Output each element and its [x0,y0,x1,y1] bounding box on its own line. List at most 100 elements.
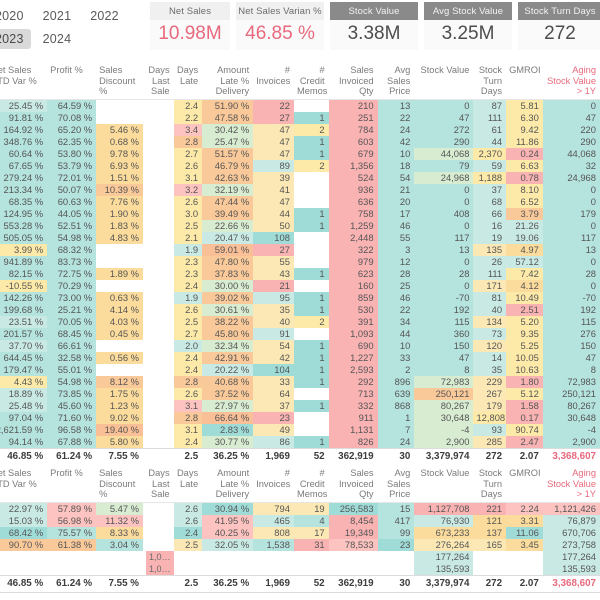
cell-amount_late[interactable]: 30.61 % [202,303,254,316]
cell-stock_value[interactable]: -70 [414,291,474,304]
cell-stock_value[interactable]: 1,127,708 [414,502,474,515]
cell-aging_stock[interactable]: 30,648 [542,411,600,424]
table-row[interactable]: 553.28 % 52.51 % 1.83 % 2.5 22.66 % 50 1 1,259 4… [0,219,600,232]
cell-amount_late[interactable]: 41.95 % [202,514,254,527]
cell-sales_qty[interactable]: 623 [328,267,378,280]
table-row[interactable]: 644.45 % 32.58 % 0.56 % 2.4 42.91 % 42 1 1,227 3… [0,351,600,364]
cell-days_late[interactable]: 2.5 [173,219,203,232]
cell-avg_price[interactable]: 34 [377,315,415,328]
cell-days_late[interactable]: 2.8 [173,411,203,424]
cell-credit_memos[interactable]: 1 [293,363,329,376]
cell-stock_turn_days[interactable]: 121 [473,514,507,527]
cell-invoices[interactable]: 95 [253,291,294,304]
cell-stock_turn_days[interactable] [473,562,507,575]
cell-sales_qty[interactable]: 292 [328,375,378,388]
cell-stock_value[interactable]: 0 [414,195,474,208]
cell-stock_turn_days[interactable] [473,550,507,563]
table-row[interactable]: 22.97 % 57.89 % 5.47 % 2.6 30.94 % 794 19 256,5… [0,502,600,515]
cell-stock_value[interactable]: 44,068 [414,147,474,160]
cell-stock_value[interactable]: 79 [414,159,474,172]
cell-days_late[interactable]: 2.4 [173,351,203,364]
cell-credit_memos[interactable]: 1 [293,207,329,220]
cell-stock_value[interactable]: 177,264 [414,550,474,563]
cell-credit_memos[interactable]: 1 [293,135,329,148]
cell-stock_value[interactable]: 0 [414,183,474,196]
cell-aging_stock[interactable]: 670,706 [542,526,600,539]
cell-days_last_sale[interactable] [143,327,174,340]
bottom-col-header-amount_late[interactable]: Amount Late % Delivery [202,465,254,503]
cell-avg_price[interactable]: 99 [377,526,415,539]
cell-net_sales_ytd_var[interactable]: 553.28 % [0,219,48,232]
bottom-col-header-sales_discount[interactable]: Sales Discount% [96,465,144,503]
cell-gmroi[interactable]: 0.17 [506,411,543,424]
cell-gmroi[interactable]: 0.78 [506,171,543,184]
cell-profit[interactable]: 53.79 % [47,159,97,172]
cell-credit_memos[interactable]: 4 [293,514,329,527]
main-col-header-days_last_sale[interactable]: Days Last Sale [143,62,174,100]
cell-credit_memos[interactable]: 1 [293,291,329,304]
cell-avg_price[interactable]: 54 [377,171,415,184]
cell-invoices[interactable]: 794 [253,502,294,515]
cell-amount_late[interactable]: 37.83 % [202,267,254,280]
cell-avg_price[interactable]: 3 [377,243,415,256]
bottom-col-header-profit[interactable]: Profit % [47,465,97,503]
cell-stock_turn_days[interactable]: 221 [473,502,507,515]
table-row[interactable]: 91.81 % 70.08 % 2.2 47.58 % 27 1 251 22 47 111 6.3… [0,111,600,124]
table-row[interactable]: 18.89 % 73.85 % 1.75 % 2.6 37.52 % 64 713 639 25… [0,387,600,400]
cell-days_last_sale[interactable] [143,423,174,436]
cell-sales_discount[interactable]: 1.83 % [96,219,144,232]
cell-days_last_sale[interactable] [143,387,174,400]
cell-avg_price[interactable]: 18 [377,159,415,172]
cell-days_late[interactable] [173,550,203,563]
cell-amount_late[interactable]: 47.58 % [202,111,254,124]
cell-sales_qty[interactable]: 251 [328,111,378,124]
cell-days_last_sale[interactable] [143,514,174,527]
table-row[interactable]: 67.65 % 53.79 % 6.93 % 2.6 46.79 % 89 2 1,356 18… [0,159,600,172]
cell-gmroi[interactable]: 4.97 [506,243,543,256]
cell-credit_memos[interactable]: 2 [293,315,329,328]
cell-stock_turn_days[interactable]: 40 [473,303,507,316]
cell-sales_discount[interactable]: 0.63 % [96,291,144,304]
cell-avg_price[interactable]: 7 [377,423,415,436]
cell-invoices[interactable]: 23 [253,411,294,424]
cell-net_sales_ytd_var[interactable]: 2,621.59 % [0,423,48,436]
cell-sales_discount[interactable] [96,99,144,112]
cell-avg_price[interactable]: 24 [377,435,415,448]
cell-aging_stock[interactable]: 220 [542,123,600,136]
cell-days_last_sale[interactable] [143,111,174,124]
cell-days_late[interactable]: 2.0 [173,339,203,352]
cell-net_sales_ytd_var[interactable]: 348.76 % [0,135,48,148]
cell-days_last_sale[interactable] [143,339,174,352]
cell-stock_value[interactable]: 2,900 [414,435,474,448]
cell-avg_price[interactable]: 639 [377,387,415,400]
cell-days_late[interactable]: 1.9 [173,291,203,304]
cell-sales_qty[interactable]: 2,593 [328,363,378,376]
cell-gmroi[interactable]: 10.05 [506,351,543,364]
cell-aging_stock[interactable]: 72,983 [542,375,600,388]
cell-profit[interactable]: 73.00 % [47,291,97,304]
cell-sales_qty[interactable]: 911 [328,411,378,424]
cell-stock_turn_days[interactable]: 73 [473,327,507,340]
cell-invoices[interactable]: 39 [253,171,294,184]
table-row[interactable]: 4.43 % 54.98 % 8.12 % 2.8 40.68 % 33 1 292 896 72… [0,375,600,388]
cell-sales_discount[interactable]: 8.12 % [96,375,144,388]
cell-aging_stock[interactable]: 0 [542,255,600,268]
cell-stock_value[interactable]: 8 [414,363,474,376]
cell-profit[interactable]: 67.88 % [47,435,97,448]
cell-net_sales_ytd_var[interactable]: 18.89 % [0,387,48,400]
cell-net_sales_ytd_var[interactable]: 25.48 % [0,399,48,412]
cell-days_late[interactable]: 3.1 [173,171,203,184]
cell-stock_value[interactable]: 117 [414,231,474,244]
cell-stock_turn_days[interactable]: 111 [473,111,507,124]
cell-amount_late[interactable] [202,562,254,575]
cell-stock_value[interactable]: 135,593 [414,562,474,575]
cell-credit_memos[interactable]: 19 [293,502,329,515]
cell-days_late[interactable]: 2.4 [173,99,203,112]
cell-profit[interactable]: 45.60 % [47,399,97,412]
cell-amount_late[interactable] [202,550,254,563]
cell-amount_late[interactable]: 42.63 % [202,171,254,184]
cell-invoices[interactable]: 1,538 [253,538,294,551]
year-filter-2020[interactable]: 2020 [0,6,31,26]
cell-days_late[interactable]: 2.3 [173,255,203,268]
cell-profit[interactable] [47,550,97,563]
